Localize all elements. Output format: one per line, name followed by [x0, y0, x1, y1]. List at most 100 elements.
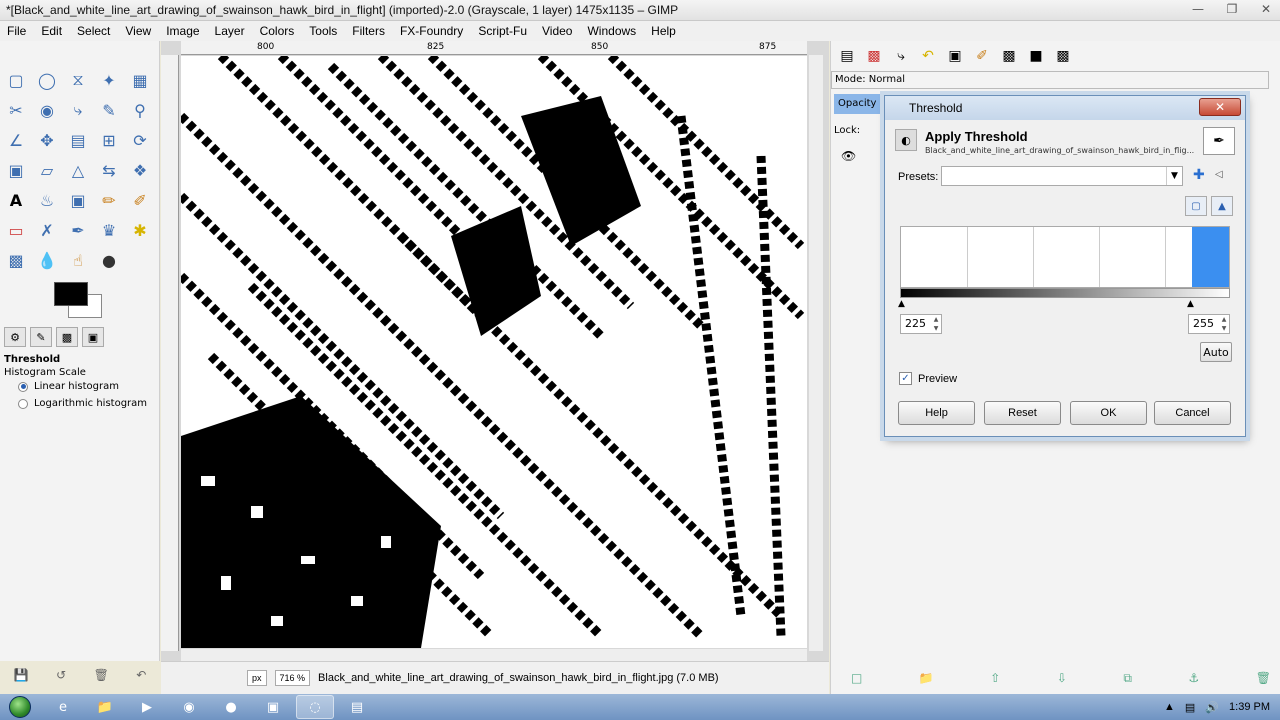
delete-layer-icon[interactable]: 🗑 [1256, 671, 1271, 686]
paintbrush-icon[interactable]: ✐ [128, 189, 152, 211]
add-preset-icon[interactable]: ✚ [1193, 167, 1205, 183]
new-layer-icon[interactable]: □ [851, 671, 862, 686]
heal-icon[interactable]: ✱ [128, 219, 152, 241]
paths-icon[interactable]: ⤷ [66, 99, 90, 121]
shear-icon[interactable]: ▱ [35, 159, 59, 181]
unit-select[interactable]: px [247, 670, 267, 686]
colormap-tab-icon[interactable]: ▣ [945, 45, 965, 67]
app-icon[interactable]: ▣ [254, 695, 292, 719]
measure-icon[interactable]: ∠ [4, 129, 28, 151]
gimp-taskbar-icon[interactable]: ◌ [296, 695, 334, 719]
linear-histogram-radio[interactable]: Linear histogram [0, 378, 160, 395]
vertical-scrollbar[interactable] [809, 55, 823, 651]
app-icon[interactable]: ● [212, 695, 250, 719]
bucket-fill-icon[interactable]: ♨ [35, 189, 59, 211]
undo-tab-icon[interactable]: ↶ [918, 45, 938, 67]
channels-tab-icon[interactable]: ▩ [864, 45, 884, 67]
scissors-icon[interactable]: ✂ [4, 99, 28, 121]
pattern-tab-icon[interactable]: ▩ [1053, 45, 1073, 67]
log-histogram-radio[interactable]: Logarithmic histogram [0, 395, 160, 412]
smudge-icon[interactable]: ☝ [66, 249, 90, 271]
menu-layer[interactable]: Layer [208, 24, 253, 38]
menu-image[interactable]: Image [159, 24, 207, 38]
horizontal-scrollbar[interactable] [181, 649, 807, 661]
crop-icon[interactable]: ⊞ [97, 129, 121, 151]
menu-view[interactable]: View [118, 24, 159, 38]
gradient-tab-icon[interactable]: ▩ [999, 45, 1019, 67]
low-marker-icon[interactable]: ▲ [898, 299, 905, 309]
linear-histogram-icon[interactable]: ▢ [1185, 196, 1207, 216]
perspective-clone-icon[interactable]: ▩ [4, 249, 28, 271]
high-marker-icon[interactable]: ▲ [1187, 299, 1194, 309]
preview-checkbox[interactable]: ✓ Preview [899, 372, 957, 385]
log-histogram-icon[interactable]: ▲ [1211, 196, 1233, 216]
dialog-titlebar[interactable]: Threshold ✕ [885, 96, 1245, 120]
gradients-tab-icon[interactable]: ▩ [56, 327, 78, 347]
select-by-color-icon[interactable]: ▦ [128, 69, 152, 91]
menu-select[interactable]: Select [70, 24, 118, 38]
brushes-tab-icon[interactable]: ✐ [972, 45, 992, 67]
airbrush-icon[interactable]: ✗ [35, 219, 59, 241]
clock[interactable]: 1:39 PM [1229, 701, 1270, 713]
dodge-burn-icon[interactable]: ● [97, 249, 121, 271]
rect-select-icon[interactable]: ▢ [4, 69, 28, 91]
start-button[interactable] [0, 694, 40, 720]
foreground-select-icon[interactable]: ◉ [35, 99, 59, 121]
ok-button[interactable]: OK [1070, 401, 1147, 425]
zoom-select[interactable]: 716 % [274, 670, 311, 686]
zoom-icon[interactable]: ⚲ [128, 99, 152, 121]
lower-layer-icon[interactable]: ⇩ [1057, 671, 1067, 686]
move-icon[interactable]: ✥ [35, 129, 59, 151]
menu-windows[interactable]: Windows [580, 24, 644, 38]
reset-options-icon[interactable]: ↶ [136, 668, 146, 682]
eraser-icon[interactable]: ▭ [4, 219, 28, 241]
fg-bg-colors[interactable] [54, 282, 104, 320]
image-canvas[interactable] [181, 56, 807, 648]
ie-icon[interactable]: e [44, 695, 82, 719]
new-layer-group-icon[interactable]: 📁 [919, 671, 934, 686]
chrome-icon[interactable]: ◉ [170, 695, 208, 719]
layers-tab-icon[interactable]: ▤ [837, 45, 857, 67]
flip-icon[interactable]: ⇆ [97, 159, 121, 181]
perspective-icon[interactable]: △ [66, 159, 90, 181]
text-icon[interactable]: A [4, 189, 28, 211]
reset-button[interactable]: Reset [984, 401, 1061, 425]
duplicate-layer-icon[interactable]: ⧉ [1123, 671, 1132, 686]
cancel-button[interactable]: Cancel [1154, 401, 1231, 425]
fgbg-tab-icon[interactable]: ■ [1026, 45, 1046, 67]
save-options-icon[interactable]: 💾 [14, 668, 29, 682]
brushes-tab-icon[interactable]: ✎ [30, 327, 52, 347]
volume-icon[interactable]: 🔊 [1205, 701, 1219, 714]
clone-icon[interactable]: ♛ [97, 219, 121, 241]
help-button[interactable]: Help [898, 401, 975, 425]
blend-icon[interactable]: ▣ [66, 189, 90, 211]
foreground-color-swatch[interactable] [54, 282, 88, 306]
color-picker-icon[interactable]: ✎ [97, 99, 121, 121]
ink-icon[interactable]: ✒ [66, 219, 90, 241]
folder-icon[interactable]: 📁 [86, 695, 124, 719]
pencil-icon[interactable]: ✏ [97, 189, 121, 211]
raise-layer-icon[interactable]: ⇧ [990, 671, 1000, 686]
menu-colors[interactable]: Colors [253, 24, 303, 38]
paths-tab-icon[interactable]: ⤷ [891, 45, 911, 67]
restore-options-icon[interactable]: ↺ [56, 668, 66, 682]
tool-options-tab-icon[interactable]: ⚙ [4, 327, 26, 347]
minimize-icon[interactable]: — [1190, 2, 1206, 16]
low-threshold-spin[interactable]: 225 ▲ ▼ [900, 314, 942, 334]
tray-arrow-icon[interactable]: ▲ [1164, 701, 1175, 713]
auto-button[interactable]: Auto [1200, 342, 1232, 362]
menu-help[interactable]: Help [644, 24, 684, 38]
visibility-eye-icon[interactable]: 👁 [841, 149, 856, 163]
media-player-icon[interactable]: ▶ [128, 695, 166, 719]
patterns-tab-icon[interactable]: ▣ [82, 327, 104, 347]
menu-tools[interactable]: Tools [302, 24, 345, 38]
delete-options-icon[interactable]: 🗑 [94, 668, 109, 682]
high-threshold-spin[interactable]: 255 ▲ ▼ [1188, 314, 1230, 334]
menu-file[interactable]: File [0, 24, 34, 38]
blur-icon[interactable]: 💧 [35, 249, 59, 271]
vertical-ruler[interactable] [161, 55, 179, 651]
menu-script-fu[interactable]: Script-Fu [471, 24, 535, 38]
histogram-view[interactable] [900, 226, 1230, 288]
dialog-close-icon[interactable]: ✕ [1199, 98, 1241, 116]
rotate-icon[interactable]: ⟳ [128, 129, 152, 151]
